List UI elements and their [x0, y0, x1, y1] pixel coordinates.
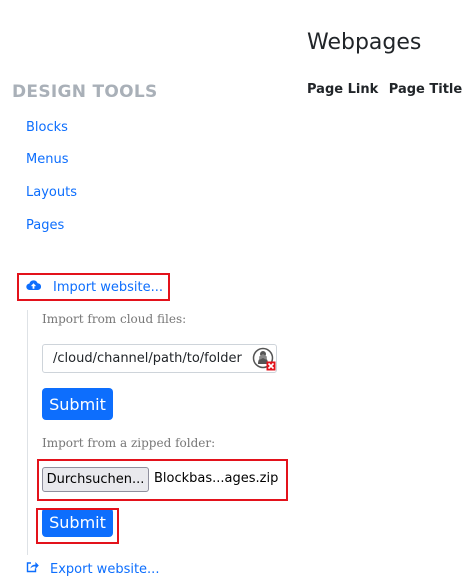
cloud-upload-icon: [26, 279, 42, 295]
webpages-table-header: Page Link Page Title: [307, 82, 462, 97]
export-website-label: Export website...: [50, 561, 160, 577]
user-lock-icon[interactable]: [252, 347, 276, 371]
share-export-icon: [26, 561, 39, 577]
zip-submit-highlight: [36, 508, 119, 544]
zipped-folder-label: Import from a zipped folder:: [42, 436, 216, 450]
sidebar-item-pages[interactable]: Pages: [26, 218, 64, 233]
design-tools-heading: DESIGN TOOLS: [12, 82, 158, 102]
sidebar-item-blocks[interactable]: Blocks: [26, 120, 68, 135]
page-title: Webpages: [307, 30, 422, 55]
sidebar-item-menus[interactable]: Menus: [26, 152, 68, 167]
browse-file-button[interactable]: Durchsuchen...: [42, 467, 149, 492]
import-website-link[interactable]: Import website...: [26, 279, 163, 295]
cloud-submit-button[interactable]: Submit: [42, 388, 113, 420]
import-website-label: Import website...: [53, 279, 164, 295]
export-website-link[interactable]: Export website...: [26, 561, 159, 577]
column-header-page-link[interactable]: Page Link: [307, 82, 378, 97]
cloud-path-input[interactable]: [42, 344, 277, 373]
column-header-page-title[interactable]: Page Title: [389, 82, 462, 97]
cloud-files-label: Import from cloud files:: [42, 312, 187, 326]
import-panel-divider: [27, 310, 28, 555]
sidebar-item-layouts[interactable]: Layouts: [26, 185, 77, 200]
selected-file-name: Blockbas...ages.zip: [154, 471, 279, 486]
